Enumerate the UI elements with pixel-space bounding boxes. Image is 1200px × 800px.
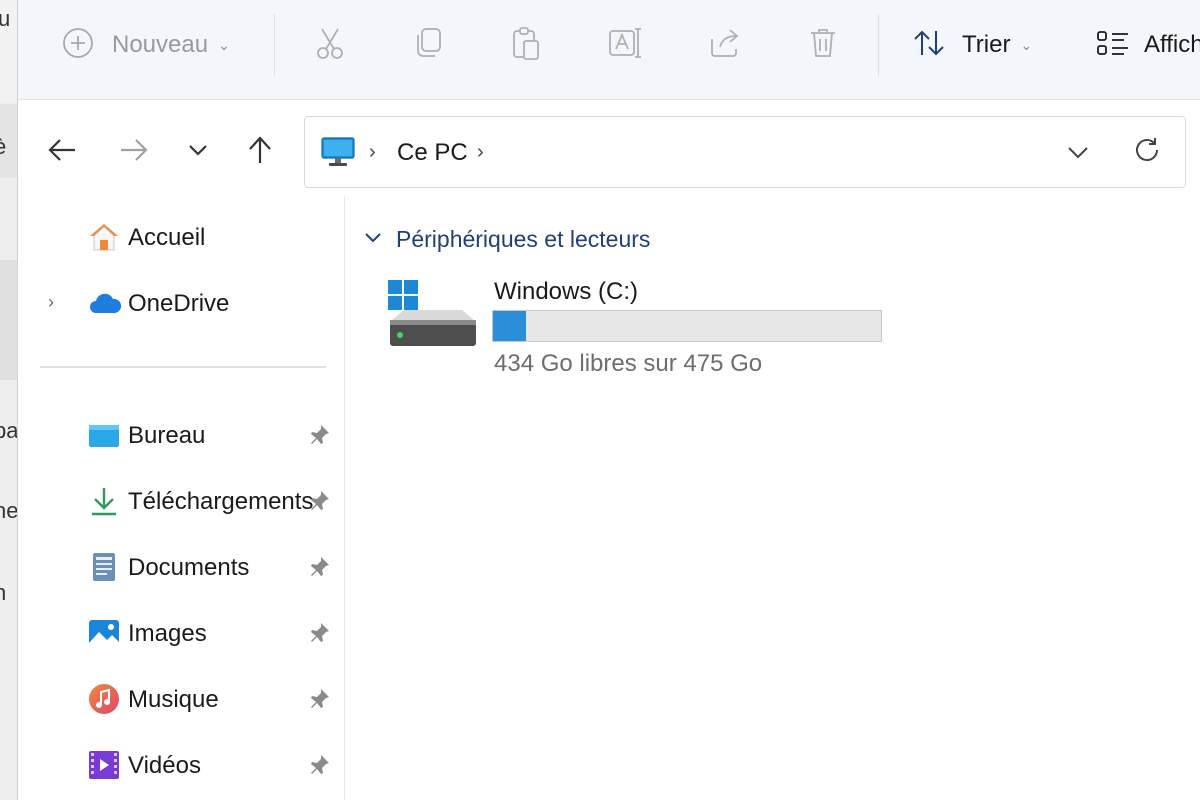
background-text-fragment: ne [0, 498, 18, 523]
onedrive-cloud-icon [88, 287, 122, 319]
pin-icon[interactable] [310, 622, 330, 649]
drive-item-c[interactable]: Windows (C:) 434 Go libres sur 475 Go [384, 270, 904, 390]
recent-locations-button[interactable] [180, 134, 216, 170]
pin-icon[interactable] [310, 424, 330, 451]
forward-button[interactable] [116, 134, 152, 170]
sidebar-item-documents[interactable]: Documents [18, 542, 344, 592]
up-arrow-icon [246, 135, 274, 170]
toolbar-divider [274, 14, 275, 76]
new-plus-icon [62, 27, 94, 64]
sort-icon [912, 28, 946, 63]
address-history-dropdown[interactable] [1065, 139, 1091, 170]
sidebar-item-label: Accueil [128, 224, 206, 251]
drive-name: Windows (C:) [494, 278, 639, 305]
file-explorer-window: Nouveau ⌄ Trier ⌄ Affich › Ce PC › Accue… [18, 0, 1200, 800]
new-button[interactable]: Nouveau ⌄ [62, 22, 230, 68]
copy-button[interactable] [412, 22, 444, 68]
sidebar-divider [40, 366, 326, 368]
sidebar-item-desktop[interactable]: Bureau [18, 410, 344, 460]
sidebar-item-label: Téléchargements [128, 488, 314, 515]
sort-button[interactable]: Trier ⌄ [912, 22, 1032, 68]
drive-free-space: 434 Go libres sur 475 Go [494, 350, 763, 377]
view-button[interactable]: Affich [1096, 22, 1200, 68]
copy-icon [412, 26, 444, 65]
chevron-down-icon: ⌄ [218, 36, 230, 53]
sidebar-item-videos[interactable]: Vidéos [18, 740, 344, 790]
videos-icon [88, 749, 120, 781]
cut-button[interactable] [314, 22, 346, 68]
chevron-down-icon [1065, 147, 1091, 169]
share-icon [708, 27, 742, 64]
windows-drive-icon [384, 276, 478, 357]
view-icon [1096, 29, 1130, 62]
group-header-devices[interactable]: Périphériques et lecteurs [364, 226, 650, 253]
expand-chevron-icon[interactable]: › [48, 292, 54, 313]
this-pc-icon [321, 137, 355, 172]
background-text-fragment: u [0, 6, 10, 32]
home-icon [88, 221, 120, 253]
sidebar-item-music[interactable]: Musique [18, 674, 344, 724]
desktop-folder-icon [88, 419, 120, 451]
rename-icon [608, 26, 644, 65]
sidebar-item-downloads[interactable]: Téléchargements [18, 476, 344, 526]
pin-icon[interactable] [310, 490, 330, 517]
share-button[interactable] [708, 22, 742, 68]
recent-dropdown-icon [187, 143, 209, 162]
back-button[interactable] [44, 134, 80, 170]
forward-arrow-icon [119, 137, 149, 168]
sort-button-label: Trier [962, 31, 1011, 58]
sidebar-item-home[interactable]: Accueil [18, 212, 344, 262]
breadcrumb-separator[interactable]: › [369, 141, 376, 164]
chevron-down-icon: ⌄ [1020, 36, 1033, 53]
new-button-label: Nouveau [112, 31, 209, 58]
downloads-icon [88, 485, 120, 517]
delete-button[interactable] [808, 22, 838, 68]
back-arrow-icon [47, 137, 77, 168]
background-text-fragment: pa [0, 418, 18, 443]
delete-icon [808, 26, 838, 65]
refresh-icon [1131, 138, 1163, 171]
collapse-chevron-icon [364, 231, 382, 249]
view-button-label: Affich [1144, 31, 1200, 58]
paste-icon [510, 25, 542, 66]
group-header-label: Périphériques et lecteurs [396, 226, 651, 252]
command-bar: Nouveau ⌄ Trier ⌄ Affich [18, 0, 1200, 100]
drive-usage-fill [493, 311, 527, 341]
drive-usage-bar [492, 310, 882, 342]
sidebar-item-pictures[interactable]: Images [18, 608, 344, 658]
sidebar-item-label: Documents [128, 554, 250, 581]
breadcrumb-separator[interactable]: › [477, 141, 484, 164]
sidebar-item-label: Images [128, 620, 207, 647]
music-icon [88, 683, 120, 715]
sidebar-item-onedrive[interactable]: › OneDrive [18, 278, 344, 328]
address-bar[interactable]: › Ce PC › [304, 116, 1186, 188]
pin-icon[interactable] [310, 754, 330, 781]
sidebar-item-label: Bureau [128, 422, 206, 449]
sidebar-item-label: Musique [128, 686, 219, 713]
navigation-pane: Accueil › OneDrive Bureau Téléchargement… [18, 190, 344, 800]
cut-icon [314, 25, 346, 66]
breadcrumb-this-pc[interactable]: Ce PC [397, 139, 468, 167]
paste-button[interactable] [510, 22, 542, 68]
refresh-button[interactable] [1131, 135, 1163, 172]
pictures-icon [88, 617, 120, 649]
up-button[interactable] [242, 134, 278, 170]
documents-icon [88, 551, 120, 583]
background-text-fragment: è [0, 134, 6, 160]
sidebar-item-label: OneDrive [128, 290, 230, 317]
pane-divider [344, 196, 345, 800]
rename-button[interactable] [608, 22, 644, 68]
toolbar-divider [878, 14, 879, 76]
sidebar-item-label: Vidéos [128, 752, 201, 779]
background-window-edge: u è pa ne n [0, 0, 18, 800]
pin-icon[interactable] [310, 556, 330, 583]
pin-icon[interactable] [310, 688, 330, 715]
background-text-fragment: n [0, 580, 6, 606]
